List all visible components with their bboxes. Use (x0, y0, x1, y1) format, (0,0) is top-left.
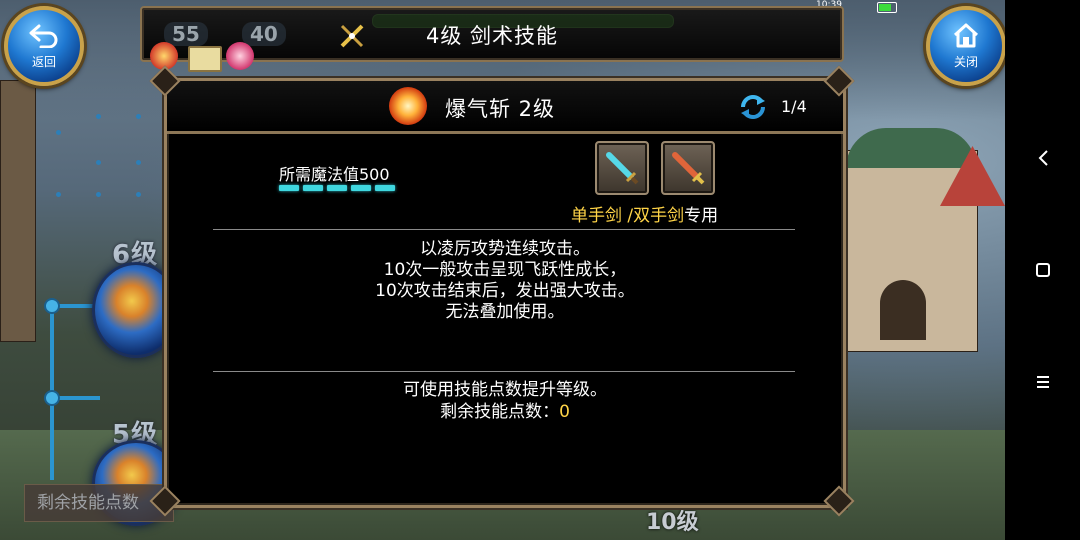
mana-segment (327, 185, 347, 191)
description-line: 10次一般攻击呈现飞跃性成长， (383, 260, 627, 280)
description-line: 无法叠加使用。 (445, 302, 565, 322)
square-icon (1036, 263, 1050, 277)
mana-requirement: 所需魔法值500 (279, 165, 390, 184)
grid-dot (56, 130, 61, 135)
skill-detail-dialog: 爆气斩 2级 1/4 所需魔法值500 单手剑 /双手剑专用 以凌厉攻势连续攻击… (164, 78, 846, 508)
weapon-types: 单手剑 /双手剑 (571, 206, 685, 226)
mana-segment (279, 185, 299, 191)
two-handed-sword-icon (672, 152, 705, 185)
two-handed-sword-slot[interactable] (661, 141, 715, 195)
page-indicator: 1/4 (781, 97, 807, 116)
weapon-exclusive-label: 专用 (684, 206, 719, 226)
skill-tree-node (44, 298, 60, 314)
grid-dot (56, 192, 61, 197)
system-navigation-bar (1005, 0, 1080, 540)
grid-dot (136, 114, 141, 119)
battery-icon (877, 2, 897, 13)
back-arrow-icon (29, 24, 58, 48)
description-line: 10次攻击结束后，发出强大攻击。 (375, 281, 635, 301)
close-button-label: 关闭 (953, 55, 978, 69)
description-line: 以凌厉攻势连续攻击。 (420, 239, 590, 259)
mail-icon[interactable] (188, 46, 222, 72)
divider (213, 371, 795, 372)
menu-icon (1037, 376, 1049, 388)
grid-dot (136, 160, 141, 165)
nav-menu-button[interactable] (1031, 370, 1055, 394)
gift-icon[interactable] (226, 42, 254, 70)
doorway (880, 280, 926, 340)
upgrade-hint: 可使用技能点数提升等级。 (403, 380, 607, 400)
remaining-points-line: 剩余技能点数：0 (167, 401, 843, 423)
remaining-points-label: 剩余技能点数： (440, 402, 560, 422)
skill-description: 以凌厉攻势连续攻击。 10次一般攻击呈现飞跃性成长， 10次攻击结束后，发出强大… (167, 239, 843, 323)
skill-tree-node (44, 390, 60, 406)
grid-dot (96, 114, 101, 119)
grid-dot (136, 192, 141, 197)
nav-home-button[interactable] (1031, 258, 1055, 282)
remaining-points-value: 0 (559, 402, 570, 422)
mana-segment (351, 185, 371, 191)
burst-slash-icon (389, 87, 427, 125)
mana-segment (303, 185, 323, 191)
one-handed-sword-slot[interactable] (595, 141, 649, 195)
refresh-icon[interactable] (737, 93, 769, 121)
upgrade-info: 可使用技能点数提升等级。 剩余技能点数：0 (167, 379, 843, 423)
home-icon (953, 23, 979, 48)
weapon-requirement-caption: 单手剑 /双手剑专用 (571, 201, 718, 226)
one-handed-sword-icon (606, 152, 639, 185)
dialog-header: 爆气斩 2级 1/4 (167, 81, 843, 134)
grid-dot (96, 192, 101, 197)
skill-level-10-label: 10级 (646, 510, 699, 535)
nav-back-button[interactable] (1031, 146, 1055, 170)
divider (213, 229, 795, 230)
skill-name: 爆气斩 2级 (445, 97, 556, 121)
back-button[interactable]: 返回 (4, 6, 84, 86)
green-dome (846, 128, 976, 168)
chevron-left-icon (1038, 150, 1048, 166)
left-building (0, 80, 36, 342)
close-button[interactable]: 关闭 (926, 6, 1006, 86)
mana-segment (375, 185, 395, 191)
grid-dot (96, 160, 101, 165)
mana-requirement-bar (279, 185, 395, 191)
back-button-label: 返回 (31, 55, 56, 69)
